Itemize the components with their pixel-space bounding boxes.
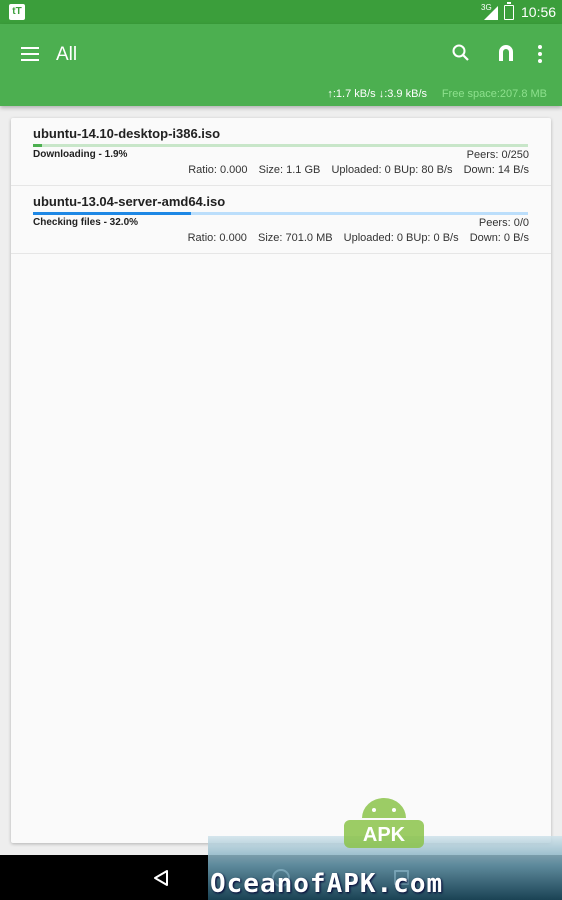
app-bar: All ↑:1.7 kB/s ↓:3.9 kB/s Free space:207… [0, 24, 562, 106]
progress-fill [33, 144, 43, 147]
download-speed: ↓:3.9 kB/s [378, 88, 427, 100]
torrent-item[interactable]: ubuntu-14.10-desktop-i386.iso Downloadin… [11, 118, 551, 186]
torrent-size: Size: 701.0 MB [258, 232, 333, 244]
speed-summary: ↑:1.7 kB/s ↓:3.9 kB/s [327, 88, 427, 100]
android-robot-icon: APK [344, 798, 424, 848]
torrent-status: Downloading - 1.9% [33, 149, 128, 160]
torrent-down-speed: Down: 14 B/s [463, 164, 529, 176]
battery-icon [504, 2, 514, 20]
menu-icon[interactable] [21, 47, 39, 61]
torrent-name: ubuntu-14.10-desktop-i386.iso [33, 126, 221, 141]
torrent-uploaded: Uploaded: 0 B [343, 232, 414, 244]
torrent-stats: Ratio: 0.000 Size: 1.1 GB Uploaded: 0 BU… [180, 164, 529, 176]
search-icon[interactable] [451, 43, 471, 63]
page-title: All [56, 44, 78, 65]
torrent-item[interactable]: ubuntu-13.04-server-amd64.iso Checking f… [11, 186, 551, 254]
status-bar: tT 3G 10:56 [0, 0, 562, 24]
app-notification-icon: tT [9, 4, 25, 20]
watermark: APK OceanofAPK.com [208, 796, 562, 900]
torrent-ratio: Ratio: 0.000 [188, 164, 248, 176]
torrent-list: ubuntu-14.10-desktop-i386.iso Downloadin… [11, 118, 551, 843]
magnet-icon[interactable] [496, 43, 516, 63]
torrent-ratio: Ratio: 0.000 [187, 232, 247, 244]
torrent-name: ubuntu-13.04-server-amd64.iso [33, 194, 226, 209]
torrent-status: Checking files - 32.0% [33, 217, 139, 228]
upload-speed: ↑:1.7 kB/s [327, 88, 376, 100]
signal-icon [484, 6, 498, 20]
progress-fill [33, 212, 192, 215]
torrent-uploaded: Uploaded: 0 B [331, 164, 402, 176]
progress-bar [33, 212, 528, 215]
torrent-stats: Ratio: 0.000 Size: 701.0 MB Uploaded: 0 … [180, 232, 529, 244]
torrent-peers: Peers: 0/0 [478, 217, 529, 229]
free-space: Free space:207.8 MB [441, 88, 547, 100]
torrent-up-speed: Up: 80 B/s [401, 164, 453, 176]
status-time: 10:56 [521, 4, 557, 20]
back-icon[interactable] [152, 869, 170, 887]
torrent-peers: Peers: 0/250 [466, 149, 529, 161]
torrent-up-speed: Up: 0 B/s [413, 232, 459, 244]
more-options-icon[interactable] [530, 44, 550, 64]
progress-bar [33, 144, 528, 147]
watermark-text: OceanofAPK.com [210, 869, 444, 899]
torrent-down-speed: Down: 0 B/s [469, 232, 529, 244]
torrent-size: Size: 1.1 GB [258, 164, 321, 176]
watermark-badge: APK [363, 824, 406, 846]
